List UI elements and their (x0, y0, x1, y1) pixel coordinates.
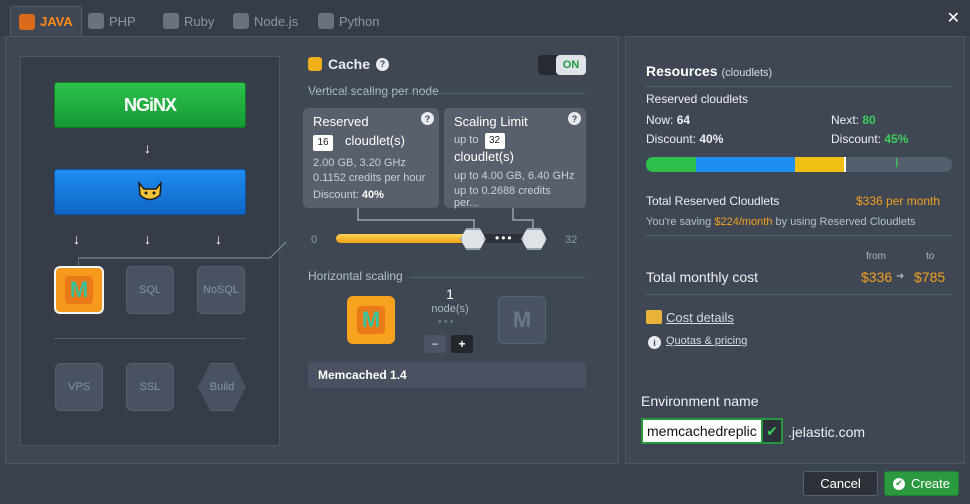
cost-from: $336 (861, 269, 893, 285)
tab-nodejs[interactable]: Node.js (225, 6, 306, 36)
ssl-node[interactable]: SSL (126, 363, 174, 411)
help-icon[interactable]: ? (421, 112, 434, 125)
divider (646, 235, 952, 236)
divider (646, 86, 952, 87)
discount-now: Discount: 40% (646, 132, 724, 146)
coins-icon (646, 310, 662, 324)
tab-java[interactable]: JAVA (10, 6, 82, 36)
php-icon (88, 13, 104, 29)
quotas-link[interactable]: Quotas & pricing (666, 335, 747, 347)
now-cloudlets: Now: 64 (646, 113, 691, 127)
cache-toggle[interactable]: ON (538, 55, 586, 75)
env-domain: .jelastic.com (788, 424, 866, 440)
reserved-stepper[interactable]: 16 (313, 135, 333, 151)
memcached-icon: M (65, 276, 93, 304)
bar-marker (844, 157, 846, 172)
env-name-input[interactable]: memcachedreplic (641, 418, 763, 444)
java-icon (19, 13, 35, 30)
scaling-limit-card: Scaling Limit ? up to 32cloudlet(s) up t… (444, 108, 586, 209)
cache-title: Cache ? (308, 56, 390, 72)
nodejs-icon (233, 13, 249, 29)
help-icon[interactable]: ? (568, 112, 581, 125)
tomcat-icon (138, 180, 162, 201)
help-icon[interactable]: ? (376, 57, 390, 71)
memcached-icon: M (357, 306, 385, 334)
cost-to: $785 (914, 269, 946, 285)
bar-segment-green (646, 157, 696, 172)
tab-python[interactable]: Python (310, 6, 387, 36)
check-circle-icon: ✔ (892, 477, 905, 490)
tab-php[interactable]: PHP (80, 6, 144, 36)
create-button[interactable]: ✔ Create (884, 471, 959, 496)
next-cloudlets: Next: 80 (831, 113, 876, 127)
env-name-label: Environment name (641, 393, 759, 409)
cloudlet-usage-bar (646, 157, 952, 172)
slider-dots: ••• (495, 231, 514, 245)
memcached-node: M (347, 296, 395, 344)
python-icon (318, 13, 334, 29)
sql-node[interactable]: SQL (126, 266, 174, 314)
memcached-node-ghost: M (498, 296, 546, 344)
memcached-node-selected[interactable]: M (54, 266, 104, 314)
horizontal-scaling-label: Horizontal scaling (308, 269, 403, 283)
node-count: 1 (446, 286, 454, 302)
reserved-card: Reserved ? 16 cloudlet(s) 2.00 GB, 3.20 G… (303, 108, 439, 208)
vertical-scaling-label: Vertical scaling per node (308, 84, 439, 98)
divider (308, 93, 586, 94)
topology-connector (78, 241, 287, 266)
app-server-node[interactable] (54, 169, 246, 215)
cloudlet-slider-fill (336, 234, 474, 243)
discount-next: Discount: 45% (831, 132, 909, 146)
version-select[interactable]: Memcached 1.4 (308, 362, 586, 388)
remove-node-button[interactable]: − (424, 335, 446, 353)
add-node-button[interactable]: + (451, 335, 473, 353)
bar-segment-yellow (795, 157, 845, 172)
nosql-node[interactable]: NoSQL (197, 266, 245, 314)
arrow-right-icon: ➜ (896, 271, 905, 282)
balancer-node[interactable]: NGiNX (54, 82, 246, 128)
bar-segment-blue (696, 157, 795, 172)
divider (646, 294, 952, 295)
tab-ruby[interactable]: Ruby (155, 6, 222, 36)
tab-bar: JAVA PHP Ruby Node.js Python ✕ (0, 0, 970, 36)
resources-title: Resources (cloudlets) (646, 63, 773, 79)
ruby-icon (163, 13, 179, 29)
cache-icon (308, 57, 322, 71)
cancel-button[interactable]: Cancel (803, 471, 878, 496)
divider (410, 277, 586, 278)
limit-stepper[interactable]: 32 (484, 133, 505, 149)
check-icon: ✔ (761, 418, 783, 444)
vps-node[interactable]: VPS (55, 363, 103, 411)
saving-note: You're saving $224/month by using Reserv… (646, 216, 916, 228)
arrow-down-icon: ↓ (144, 140, 151, 156)
divider (54, 338, 246, 339)
node-dots: ••• (438, 316, 456, 328)
info-icon: i (648, 336, 661, 349)
close-icon[interactable]: ✕ (947, 8, 960, 28)
cost-details-link[interactable]: Cost details (666, 310, 734, 325)
next-marker-icon: Ⅰ (895, 156, 899, 170)
node-unit: node(s) (431, 303, 469, 315)
